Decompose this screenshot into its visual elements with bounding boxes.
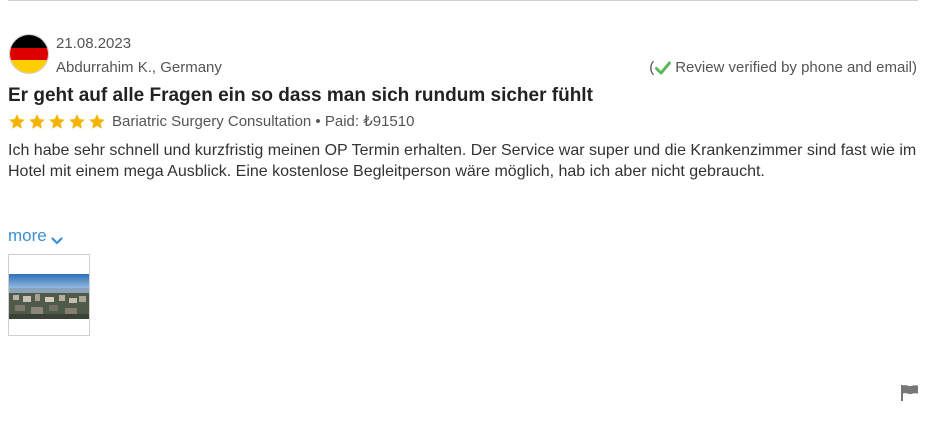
divider	[8, 0, 918, 1]
review-date: 21.08.2023	[56, 35, 132, 52]
germany-flag-icon	[9, 34, 49, 74]
rating-row: Bariatric Surgery Consultation • Paid: ₺…	[8, 112, 414, 132]
treatment-info: Bariatric Surgery Consultation • Paid: ₺…	[112, 113, 415, 130]
star-icon	[89, 114, 105, 129]
star-icon	[9, 114, 25, 129]
chevron-down-icon	[51, 231, 63, 245]
review-body: Ich habe sehr schnell und kurzfristig me…	[8, 142, 917, 180]
check-icon	[655, 61, 672, 75]
star-icon	[49, 114, 65, 129]
more-label: more	[8, 226, 47, 245]
star-rating	[8, 113, 108, 131]
review-card: 21.08.2023 Abdurrahim K., Germany ( Revi…	[0, 0, 950, 442]
flag-icon[interactable]	[900, 384, 919, 401]
star-icon	[69, 114, 85, 129]
city-view-image	[9, 274, 89, 319]
review-photo-thumbnail[interactable]	[8, 254, 90, 336]
star-icon	[29, 114, 45, 129]
verified-badge: ( Review verified by phone and email)	[649, 59, 917, 77]
review-title: Er geht auf alle Fragen ein so dass man …	[8, 85, 593, 106]
verified-text: Review verified by phone and email)	[675, 59, 917, 76]
more-button[interactable]: more	[8, 226, 63, 246]
verified-open-paren: (	[649, 59, 655, 76]
reviewer-name: Abdurrahim K., Germany	[56, 59, 222, 76]
